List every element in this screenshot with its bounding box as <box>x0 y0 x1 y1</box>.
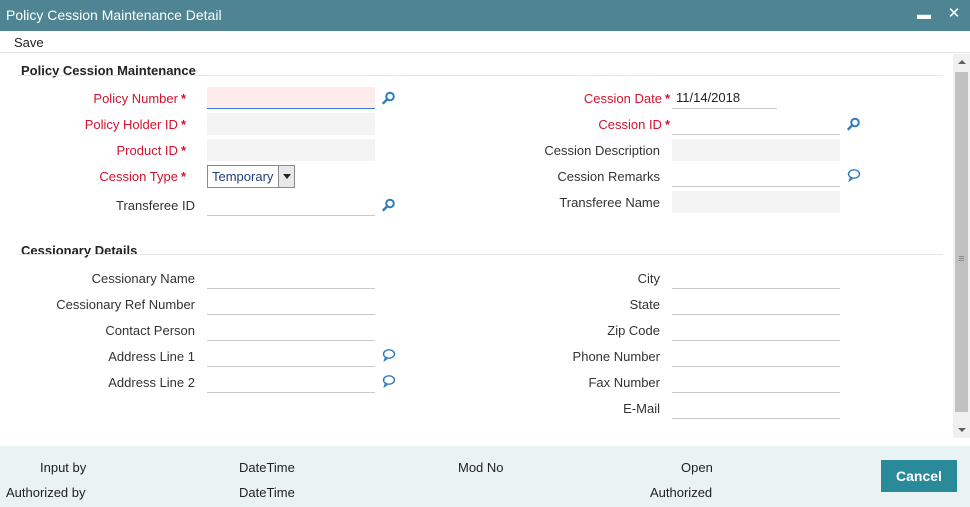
authorized-status-label: Authorized <box>650 485 713 500</box>
scroll-down-icon[interactable] <box>953 422 970 438</box>
scrollbar-thumb[interactable] <box>955 72 968 412</box>
mod-no-label: Mod No <box>458 460 504 475</box>
address-line-1-label: Address Line 1 <box>108 349 195 364</box>
phone-number-label: Phone Number <box>572 349 660 364</box>
vertical-scrollbar[interactable] <box>953 54 970 438</box>
cession-id-label: Cession ID * <box>598 117 670 132</box>
contact-person-label: Contact Person <box>105 323 195 338</box>
email-input[interactable] <box>672 397 840 419</box>
cession-remarks-input[interactable] <box>672 165 840 187</box>
cessionary-ref-number-input[interactable] <box>207 293 375 315</box>
authorized-datetime-label: DateTime <box>239 485 295 500</box>
address-line-1-input[interactable] <box>207 345 375 367</box>
zip-code-label: Zip Code <box>607 323 660 338</box>
policy-number-lookup-icon[interactable] <box>382 91 396 105</box>
address-line-2-label: Address Line 2 <box>108 375 195 390</box>
transferee-id-lookup-icon[interactable] <box>382 198 396 212</box>
authorized-by-label: Authorized by <box>6 485 86 500</box>
section-divider <box>18 75 943 76</box>
cancel-button[interactable]: Cancel <box>881 460 957 492</box>
cession-description-field <box>672 139 840 161</box>
phone-number-input[interactable] <box>672 345 840 367</box>
scroll-up-icon[interactable] <box>953 54 970 70</box>
close-icon[interactable]: ✕ <box>944 4 964 24</box>
cession-id-input[interactable] <box>672 113 840 135</box>
address-line-1-comment-icon[interactable] <box>382 348 396 362</box>
transferee-id-input[interactable] <box>207 194 375 216</box>
policy-number-input[interactable] <box>207 87 375 109</box>
cession-date-input[interactable]: 11/14/2018 <box>672 87 777 109</box>
cession-type-value: Temporary <box>212 169 274 184</box>
section-divider <box>18 254 943 255</box>
grip-icon <box>959 256 964 257</box>
save-button[interactable]: Save <box>14 35 44 50</box>
state-input[interactable] <box>672 293 840 315</box>
cession-type-label: Cession Type * <box>99 169 186 184</box>
cessionary-name-input[interactable] <box>207 267 375 289</box>
cession-remarks-label: Cession Remarks <box>557 169 660 184</box>
policy-number-label: Policy Number * <box>93 91 186 106</box>
email-label: E-Mail <box>623 401 660 416</box>
zip-code-input[interactable] <box>672 319 840 341</box>
cessionary-ref-number-label: Cessionary Ref Number <box>56 297 195 312</box>
policy-holder-id-field <box>207 113 375 135</box>
transferee-id-label: Transferee ID <box>116 198 195 213</box>
product-id-field <box>207 139 375 161</box>
minimize-icon[interactable]: ▬ <box>914 4 934 24</box>
input-by-label: Input by <box>40 460 87 475</box>
cession-remarks-comment-icon[interactable] <box>847 168 861 182</box>
cession-description-label: Cession Description <box>544 143 660 158</box>
address-line-2-comment-icon[interactable] <box>382 374 396 388</box>
city-label: City <box>637 271 660 286</box>
transferee-name-label: Transferee Name <box>559 195 660 210</box>
open-status-label: Open <box>681 460 713 475</box>
transferee-name-field <box>672 191 840 213</box>
contact-person-input[interactable] <box>207 319 375 341</box>
cession-date-label: Cession Date * <box>583 91 670 106</box>
policy-holder-id-label: Policy Holder ID * <box>84 117 186 132</box>
address-line-2-input[interactable] <box>207 371 375 393</box>
fax-number-label: Fax Number <box>588 375 660 390</box>
cession-type-select[interactable]: Temporary <box>207 165 295 188</box>
window-title: Policy Cession Maintenance Detail <box>6 7 222 23</box>
state-label: State <box>629 297 660 312</box>
form-content: Policy Cession Maintenance Policy Number… <box>0 54 953 446</box>
fax-number-input[interactable] <box>672 371 840 393</box>
product-id-label: Product ID * <box>116 143 186 158</box>
section-title-cessionary: Cessionary Details <box>21 243 138 258</box>
chevron-down-icon[interactable] <box>278 166 294 187</box>
city-input[interactable] <box>672 267 840 289</box>
title-bar: Policy Cession Maintenance Detail ▬ ✕ <box>0 0 970 31</box>
audit-footer: Input by Authorized by DateTime DateTime… <box>0 446 970 507</box>
cession-id-lookup-icon[interactable] <box>847 117 861 131</box>
input-datetime-label: DateTime <box>239 460 295 475</box>
cessionary-name-label: Cessionary Name <box>91 271 195 286</box>
toolbar: Save <box>0 31 970 53</box>
